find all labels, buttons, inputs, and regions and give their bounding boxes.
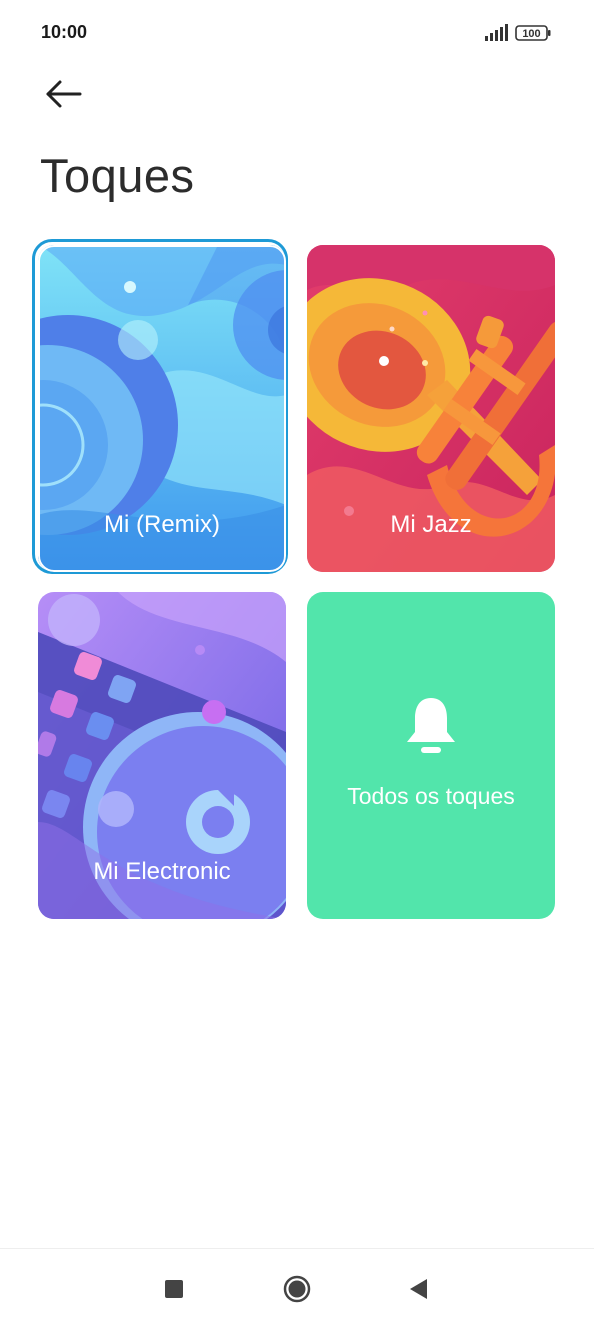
ringtone-card-mi-remix[interactable]: Mi (Remix): [38, 245, 286, 572]
home-button[interactable]: [277, 1269, 317, 1309]
battery-level: 100: [522, 28, 540, 40]
ringtone-card-mi-electronic[interactable]: Mi Electronic: [38, 592, 286, 919]
status-time: 10:00: [41, 22, 88, 42]
ringtone-card-mi-jazz[interactable]: Mi Jazz: [307, 245, 555, 572]
recents-button[interactable]: [154, 1269, 194, 1309]
card-label: Mi (Remix): [104, 511, 220, 538]
status-bar: 10:00 100: [0, 0, 594, 66]
card-label: Mi Electronic: [93, 858, 231, 885]
all-ringtones-card[interactable]: Todos os toques: [307, 592, 555, 919]
bell-icon: [407, 698, 455, 753]
card-label: Todos os toques: [347, 783, 515, 809]
back-button[interactable]: [40, 74, 88, 114]
navigation-bar: [0, 1248, 594, 1321]
page-title: Toques: [40, 149, 195, 202]
signal-icon: [485, 24, 508, 41]
nav-back-button[interactable]: [398, 1269, 438, 1309]
home-circle-icon: [283, 1275, 311, 1303]
battery-icon: 100: [515, 25, 551, 41]
arrow-left-icon: [46, 80, 82, 108]
card-label: Mi Jazz: [390, 511, 472, 538]
back-triangle-icon: [410, 1279, 427, 1299]
recents-square-icon: [165, 1280, 183, 1298]
